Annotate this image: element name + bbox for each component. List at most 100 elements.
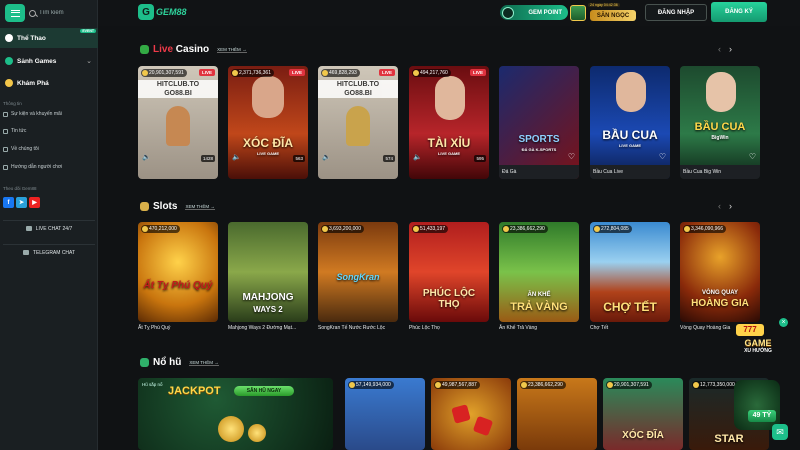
gold-coin-icon (218, 416, 244, 442)
jackpot-pill: 3,693,200,000 (321, 225, 364, 233)
speaker-icon[interactable]: 🔈 (322, 153, 331, 161)
next-arrow-icon[interactable]: › (729, 201, 732, 211)
nohu-card-3[interactable]: 23,386,662,290 (517, 378, 597, 450)
game-card-live-1[interactable]: HITCLUB.TO GO88.BI 20,901,307,591 LIVE 🔈… (138, 66, 218, 179)
live-prefix: Live (153, 44, 174, 55)
live-chat-button[interactable]: LIVE CHAT 24/7 (3, 220, 95, 236)
menu-toggle-button[interactable] (5, 4, 25, 22)
link-news[interactable]: Tin tức (3, 128, 26, 134)
jackpot-pill: 469,828,293 (321, 69, 360, 77)
info-heading: Thông tin (3, 101, 22, 106)
coin-icon (413, 70, 419, 76)
nohu-card-4[interactable]: XÓC ĐĨA 20,901,307,591 (603, 378, 683, 450)
favorite-heart-icon[interactable]: ♡ (749, 152, 756, 161)
slot-title: HOÀNG GIA (691, 298, 749, 309)
game-card-bau-cua-live[interactable]: BẦU CUA LIVE GAME ♡ Bầu Cua Live (590, 66, 670, 179)
slots-arrows: ‹ › (718, 201, 732, 211)
dealer-figure (435, 76, 465, 120)
sidebar: Thể Thao EVENT Sảnh Games ⌄ Khám Phá Thô… (0, 0, 98, 450)
slot-card-cho-tet[interactable]: CHỢ TẾT 272,804,085 (590, 222, 670, 322)
app-root: Thể Thao EVENT Sảnh Games ⌄ Khám Phá Thô… (0, 0, 800, 450)
game-title: XÓC ĐĨA (242, 136, 293, 150)
viewer-count: 563 (293, 155, 305, 162)
jackpot-banner[interactable]: Hũ sắp nổ JACKPOT SĂN HŨ NGAY (138, 378, 333, 450)
game-card-bau-cua-bigwin[interactable]: BẦU CUA BigWin ♡ Bầu Cua Big Win (680, 66, 760, 179)
favorite-heart-icon[interactable]: ♡ (659, 152, 666, 161)
link-guide[interactable]: Hướng dẫn người chơi (3, 164, 62, 170)
news-icon (3, 128, 8, 134)
youtube-icon[interactable]: ▶ (29, 197, 40, 208)
slot-title: Ất Tỵ Phú Quý (143, 280, 213, 291)
speaker-icon[interactable]: 🔈 (413, 153, 422, 161)
telegram-icon[interactable]: ➤ (16, 197, 27, 208)
link-about[interactable]: Về chúng tôi (3, 146, 39, 152)
slot-title: PHÚC LỘC THỌ (422, 288, 476, 310)
speaker-icon[interactable]: 🔈 (232, 153, 241, 161)
next-arrow-icon[interactable]: › (729, 44, 732, 54)
slot-777-badge: 777 (736, 324, 764, 336)
slot-subtitle: VÒNG QUAY (701, 290, 739, 296)
info-icon (3, 146, 8, 152)
game-card-live-4[interactable]: TÀI XỈU LIVE GAME 494,217,760 LIVE 🔈 595 (409, 66, 489, 179)
jackpot-amount: 494,217,760 (420, 70, 448, 76)
live-casino-heading: Live Casino XEM THÊM → (140, 44, 247, 55)
chat-support-icon[interactable]: ✉ (772, 424, 788, 440)
search-box[interactable] (29, 5, 93, 21)
gem-point-button[interactable]: GEM POINT (500, 5, 568, 20)
game-card-live-3[interactable]: HITCLUB.TO GO88.BI 469,828,293 LIVE 🔈 57… (318, 66, 398, 179)
game-caption: Đá Gà (499, 165, 579, 179)
slot-card-songkran[interactable]: SongKran 3,693,200,000 (318, 222, 398, 322)
jackpot-amount: 51,433,197 (420, 226, 446, 232)
telegram-chat-button[interactable]: TELEGRAM CHAT (3, 244, 95, 260)
gift-icon (3, 111, 8, 117)
gem-hunt-button[interactable]: 24 ngày 04:42:36 SĂN NGỌC (570, 3, 638, 22)
coin-icon (503, 226, 509, 232)
jackpot-tag: Hũ sắp nổ (142, 382, 163, 387)
slots-title: Slots (153, 201, 178, 212)
slot-card-an-khe[interactable]: ĂN KHẾ TRẢ VÀNG 23,386,662,290 (499, 222, 579, 322)
jackpot-pill: 51,433,197 (412, 225, 449, 233)
jackpot-pill: 49,987,567,887 (434, 381, 480, 389)
jackpot-amount: 23,386,662,290 (528, 382, 563, 388)
dealer-figure (706, 72, 736, 112)
nohu-more-link[interactable]: XEM THÊM → (189, 360, 219, 366)
chip-icon (140, 45, 149, 54)
game-card-live-2[interactable]: XÓC ĐĨA LIVE GAME 2,371,736,361 LIVE 🔈 5… (228, 66, 308, 179)
coin-icon (594, 226, 600, 232)
slot-card-phuc-loc-tho[interactable]: PHÚC LỘC THỌ 51,433,197 (409, 222, 489, 322)
login-button[interactable]: ĐĂNG NHẬP (645, 4, 707, 21)
favorite-heart-icon[interactable]: ♡ (568, 152, 575, 161)
nohu-card-1[interactable]: 57,149,934,000 (345, 378, 425, 450)
speaker-icon[interactable]: 🔈 (142, 153, 151, 161)
coin-icon (232, 70, 238, 76)
trending-games-widget[interactable]: × 777 GAME XU HƯỚNG 49 TỶ ✉ (728, 318, 790, 450)
facebook-icon[interactable]: f (3, 197, 14, 208)
gem-point-label: GEM POINT (528, 9, 562, 16)
search-input[interactable] (39, 10, 91, 16)
watermark-text: HITCLUB.TO GO88.BI (138, 80, 218, 98)
hunt-jackpot-button[interactable]: SĂN HŨ NGAY (234, 386, 294, 396)
live-casino-more-link[interactable]: XEM THÊM → (217, 47, 247, 53)
prev-arrow-icon[interactable]: ‹ (718, 201, 721, 211)
search-icon (29, 9, 36, 17)
link-news-label: Tin tức (11, 128, 27, 134)
slot-card-at-ty[interactable]: Ất Tỵ Phú Quý 470,212,000 (138, 222, 218, 322)
close-icon[interactable]: × (779, 318, 788, 327)
link-promotions[interactable]: Sự kiện và khuyến mãi (3, 111, 62, 117)
soccer-ball-icon (5, 34, 13, 42)
watermark-text: HITCLUB.TO GO88.BI (318, 80, 398, 98)
nav-explore[interactable]: Khám Phá (0, 73, 98, 93)
nav-sports[interactable]: Thể Thao EVENT (0, 28, 98, 48)
prev-arrow-icon[interactable]: ‹ (718, 44, 721, 54)
slots-more-link[interactable]: XEM THÊM → (185, 204, 215, 210)
slot-card-vong-quay[interactable]: VÒNG QUAY HOÀNG GIA 3,346,090,966 (680, 222, 760, 322)
jackpot-amount: 470,212,000 (149, 226, 177, 232)
nav-game-hall[interactable]: Sảnh Games ⌄ (0, 51, 98, 71)
register-button[interactable]: ĐĂNG KÝ (711, 2, 767, 22)
telegram-small-icon (22, 250, 29, 255)
slot-card-mahjong[interactable]: MAHJONG WAYS 2 (228, 222, 308, 322)
game-card-da-ga[interactable]: SPORTS ĐÁ GÀ K-SPORTS ♡ Đá Gà (499, 66, 579, 179)
coin-icon (349, 382, 355, 388)
brand-logo[interactable]: G GEM88 (138, 4, 187, 20)
nohu-card-2[interactable]: 49,987,567,887 (431, 378, 511, 450)
